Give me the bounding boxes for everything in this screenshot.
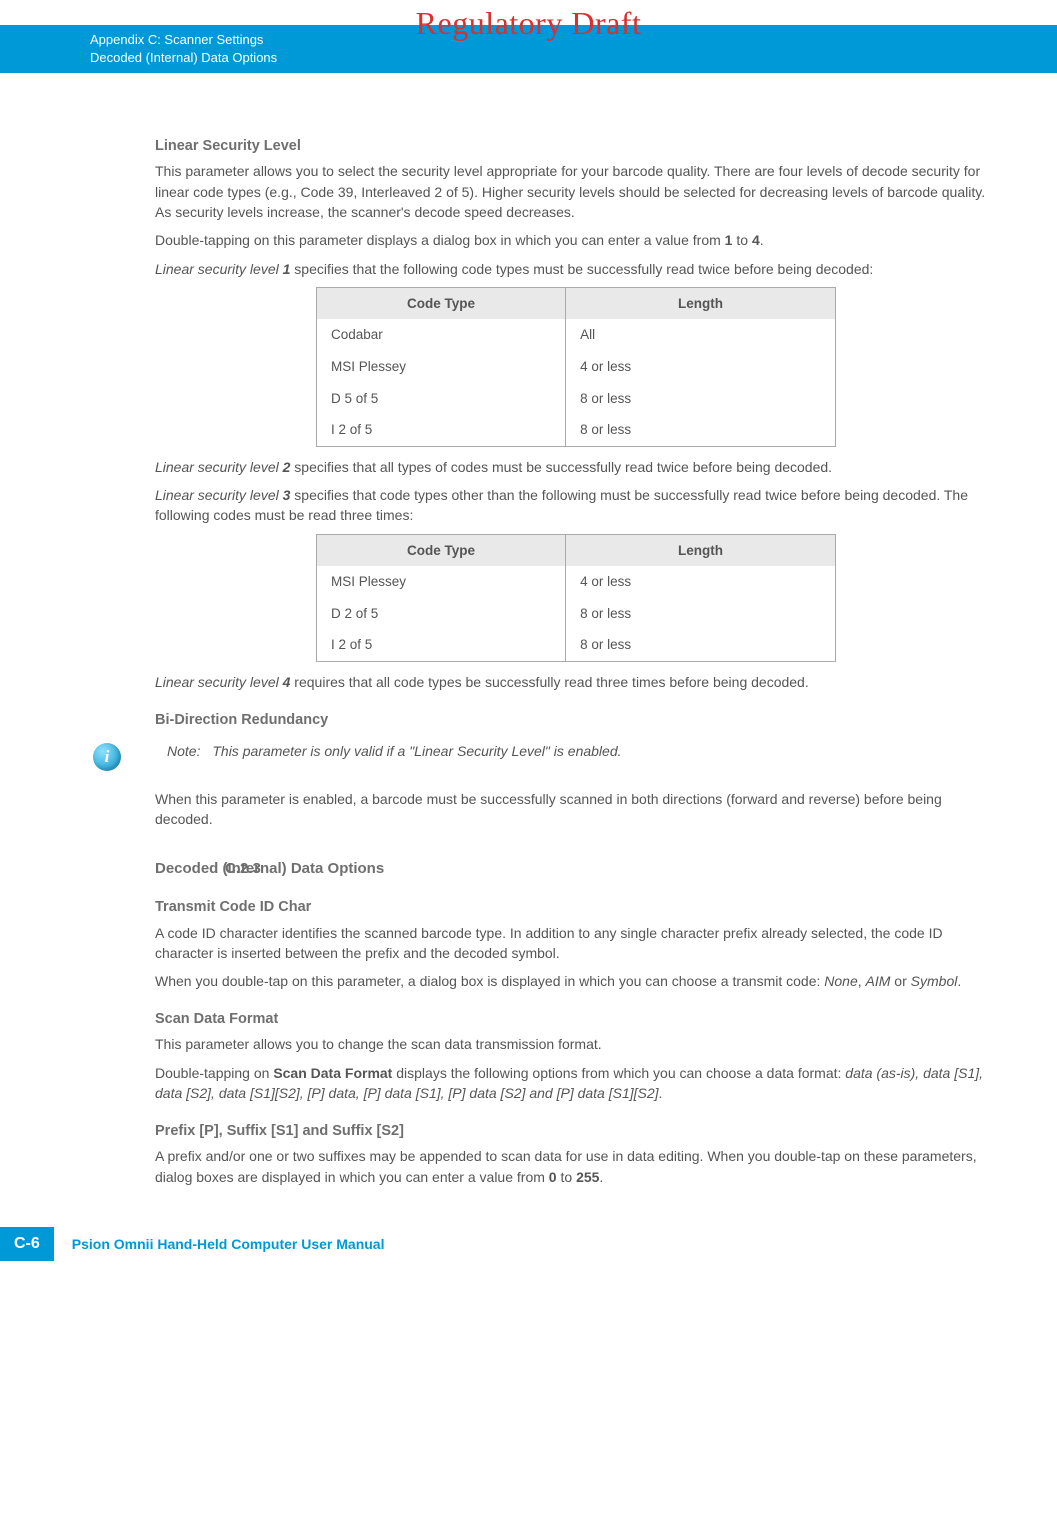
heading-transmit-code: Transmit Code ID Char (155, 897, 997, 918)
td: I 2 of 5 (317, 414, 566, 446)
text: Linear security level (155, 674, 283, 690)
td: All (566, 319, 836, 351)
text: to (557, 1169, 576, 1185)
heading-linear-security: Linear Security Level (155, 136, 997, 157)
td: 4 or less (566, 566, 836, 598)
text: . (760, 232, 764, 248)
td: I 2 of 5 (317, 629, 566, 661)
watermark: Regulatory Draft (0, 5, 1057, 42)
th: Length (566, 287, 836, 319)
para: Linear security level 4 requires that al… (155, 672, 997, 692)
td: 8 or less (566, 629, 836, 661)
text: specifies that the following code types … (290, 261, 873, 277)
section-title: Decoded (Internal) Data Options (155, 858, 384, 880)
para: This parameter allows you to change the … (155, 1034, 997, 1054)
th: Length (566, 534, 836, 566)
info-icon: i (93, 743, 121, 771)
para: Linear security level 3 specifies that c… (155, 485, 997, 526)
text: Linear security level (155, 261, 283, 277)
text: or (890, 973, 910, 989)
note-text: Note: This parameter is only valid if a … (167, 741, 622, 761)
para: A code ID character identifies the scann… (155, 923, 997, 964)
text: Scan Data Format (273, 1065, 392, 1081)
th: Code Type (317, 534, 566, 566)
page-number: C-6 (0, 1227, 54, 1261)
heading-prefix-suffix: Prefix [P], Suffix [S1] and Suffix [S2] (155, 1121, 997, 1142)
para: Double-tapping on Scan Data Format displ… (155, 1063, 997, 1104)
text: 0 (549, 1169, 557, 1185)
text: , (858, 973, 866, 989)
text: AIM (866, 973, 891, 989)
note-box: i Note: This parameter is only valid if … (93, 741, 997, 771)
section-heading: C.2.3 Decoded (Internal) Data Options (155, 858, 997, 880)
footer-title: Psion Omnii Hand-Held Computer User Manu… (72, 1236, 385, 1252)
text: . (957, 973, 961, 989)
para: When this parameter is enabled, a barcod… (155, 789, 997, 830)
td: MSI Plessey (317, 351, 566, 383)
para: A prefix and/or one or two suffixes may … (155, 1146, 997, 1187)
text: to (732, 232, 751, 248)
heading-bidirection: Bi-Direction Redundancy (155, 710, 997, 731)
text: 4 (752, 232, 760, 248)
text: None (824, 973, 857, 989)
header-line2: Decoded (Internal) Data Options (90, 49, 1057, 67)
text: Linear security level (155, 459, 283, 475)
para: Linear security level 1 specifies that t… (155, 259, 997, 279)
note-label: Note: (167, 743, 200, 759)
td: 8 or less (566, 414, 836, 446)
para: Linear security level 2 specifies that a… (155, 457, 997, 477)
text: Double-tapping on this parameter display… (155, 232, 725, 248)
text: Linear security level (155, 487, 283, 503)
table-level3: Code TypeLength MSI Plessey4 or less D 2… (316, 534, 836, 662)
table-level1: Code TypeLength CodabarAll MSI Plessey4 … (316, 287, 836, 447)
para: This parameter allows you to select the … (155, 161, 997, 222)
td: MSI Plessey (317, 566, 566, 598)
text: requires that all code types be successf… (290, 674, 808, 690)
page-content: Linear Security Level This parameter all… (0, 73, 1057, 1187)
text: displays the following options from whic… (392, 1065, 845, 1081)
td: Codabar (317, 319, 566, 351)
td: D 2 of 5 (317, 598, 566, 630)
text: Symbol (911, 973, 958, 989)
para: When you double-tap on this parameter, a… (155, 971, 997, 991)
heading-scan-data-format: Scan Data Format (155, 1009, 997, 1030)
text: Double-tapping on (155, 1065, 273, 1081)
text: . (599, 1169, 603, 1185)
para: Double-tapping on this parameter display… (155, 230, 997, 250)
note-body: This parameter is only valid if a "Linea… (212, 743, 621, 759)
th: Code Type (317, 287, 566, 319)
text: 255 (576, 1169, 599, 1185)
text: . (659, 1085, 663, 1101)
footer: C-6 Psion Omnii Hand-Held Computer User … (0, 1227, 1057, 1281)
td: 4 or less (566, 351, 836, 383)
td: 8 or less (566, 598, 836, 630)
section-number: C.2.3 (225, 858, 261, 880)
td: 8 or less (566, 383, 836, 415)
text: specifies that all types of codes must b… (290, 459, 832, 475)
td: D 5 of 5 (317, 383, 566, 415)
text: When you double-tap on this parameter, a… (155, 973, 824, 989)
